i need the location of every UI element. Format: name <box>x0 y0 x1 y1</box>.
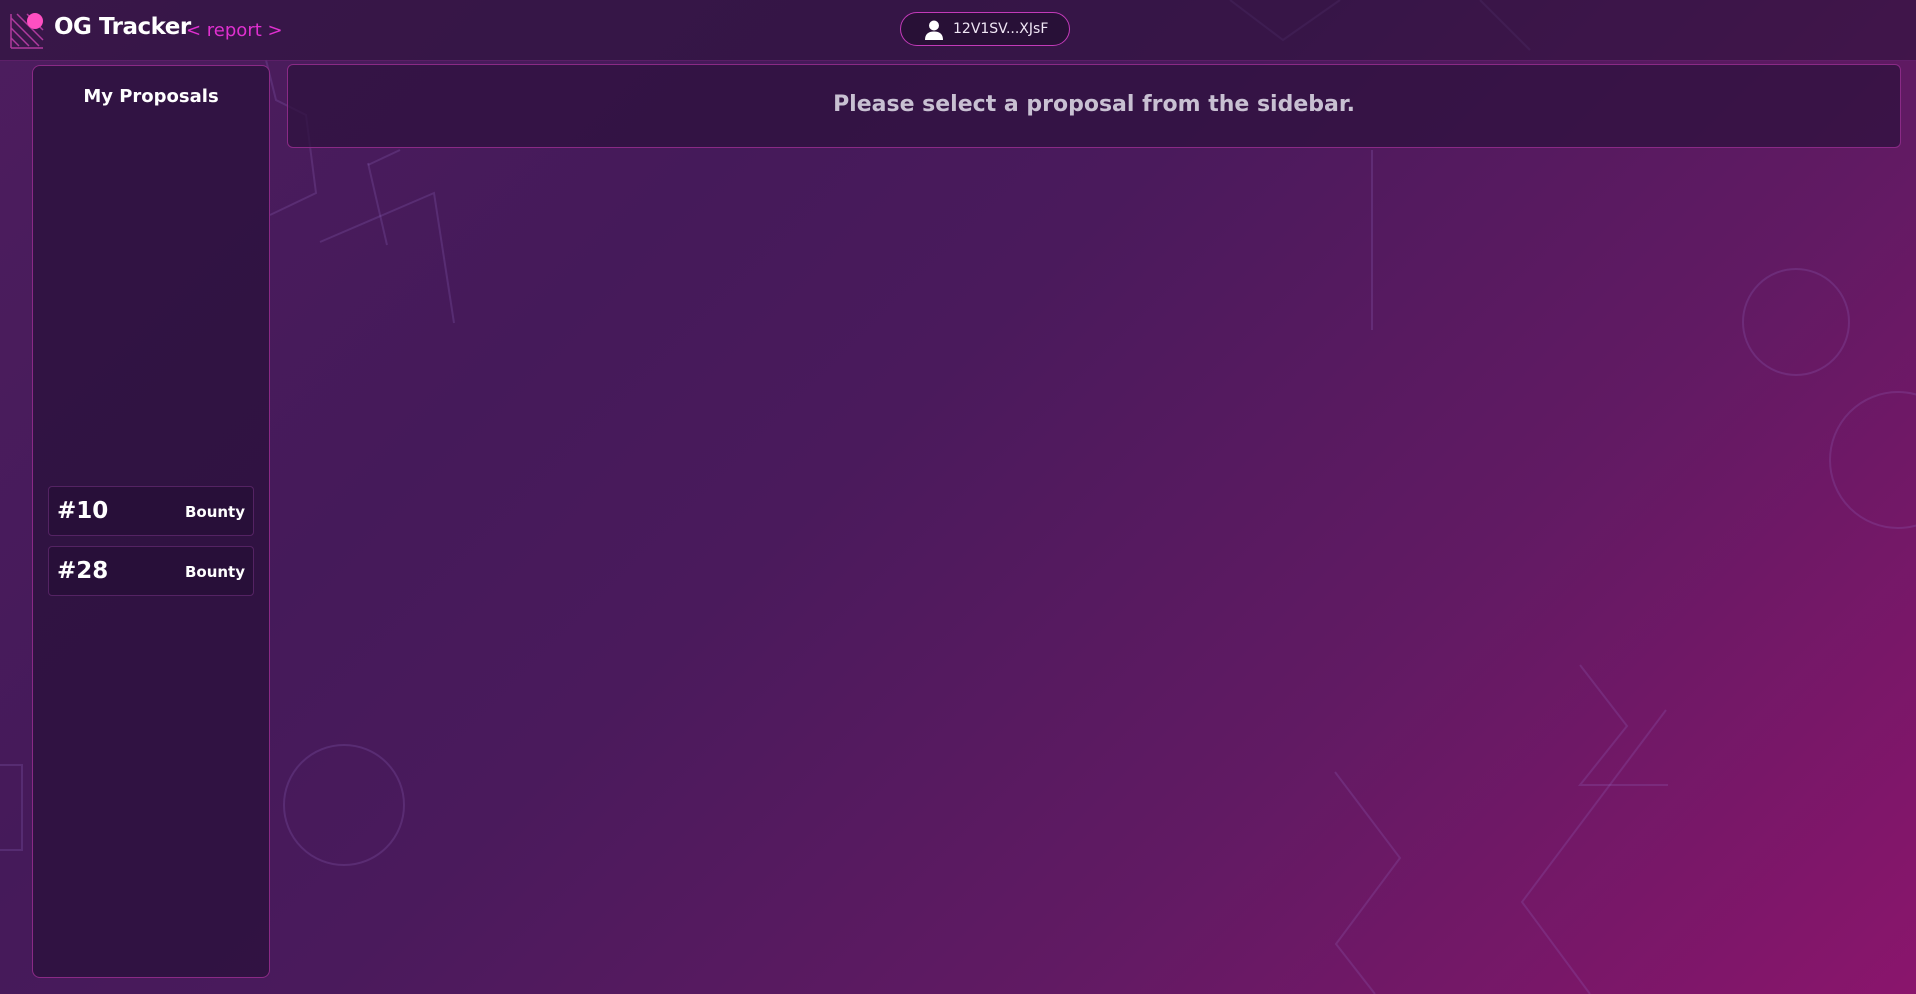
sidebar: My Proposals #10 Bounty #28 Bounty <box>32 65 270 978</box>
main-panel: Please select a proposal from the sideba… <box>287 64 1901 148</box>
background-decoration <box>0 0 1916 994</box>
app-title[interactable]: OG Tracker <box>54 14 191 40</box>
wallet-button[interactable]: 12V1SV...XJsF <box>900 12 1070 46</box>
report-tag[interactable]: < report > <box>186 20 283 41</box>
proposal-number: #10 <box>57 498 109 524</box>
proposal-type: Bounty <box>184 503 245 521</box>
user-icon <box>925 20 943 40</box>
top-bar: OG Tracker < report > 12V1SV...XJsF <box>0 0 1916 61</box>
og-logo-icon[interactable] <box>9 10 45 50</box>
sidebar-title: My Proposals <box>83 86 219 107</box>
wallet-address: 12V1SV...XJsF <box>953 21 1049 37</box>
proposal-item-28[interactable]: #28 Bounty <box>48 546 254 596</box>
proposal-number: #28 <box>57 558 109 584</box>
empty-state-message: Please select a proposal from the sideba… <box>833 92 1355 117</box>
proposal-item-10[interactable]: #10 Bounty <box>48 486 254 536</box>
proposal-type: Bounty <box>184 563 245 581</box>
